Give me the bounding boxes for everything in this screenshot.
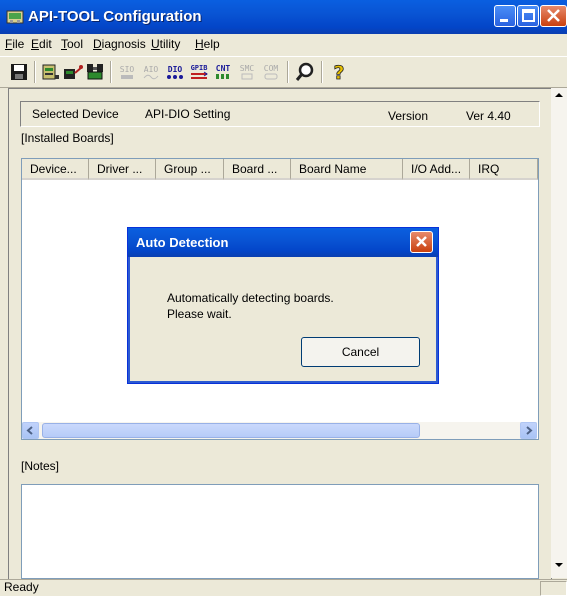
cancel-button[interactable]: Cancel	[301, 337, 420, 367]
magnifier-icon[interactable]	[294, 61, 316, 83]
toolbar: SIO AIO DIO GPIB CNT SMC COM ?	[0, 56, 567, 88]
menu-diagnosis[interactable]: Diagnosis	[93, 37, 146, 51]
menu-tool[interactable]: Tool	[61, 37, 83, 51]
toolbar-separator	[321, 61, 323, 83]
arrow-right-icon	[526, 426, 533, 435]
vertical-scrollbar[interactable]	[551, 88, 567, 578]
horizontal-scroll-thumb[interactable]	[42, 423, 420, 438]
dialog-title: Auto Detection	[136, 235, 229, 250]
minimize-button[interactable]	[494, 5, 516, 27]
dialog-message-line2: Please wait.	[167, 307, 232, 321]
arrow-down-icon[interactable]	[551, 558, 567, 572]
column-header-driver[interactable]: Driver ...	[89, 159, 156, 180]
smc-icon[interactable]: SMC	[236, 61, 258, 83]
menu-help-label: elp	[203, 37, 220, 51]
menu-edit[interactable]: Edit	[31, 37, 52, 51]
menu-utility[interactable]: Utility	[151, 37, 180, 51]
sio-icon[interactable]: SIO	[116, 61, 138, 83]
svg-text:SIO: SIO	[120, 65, 135, 74]
cnt-icon[interactable]: CNT	[212, 61, 234, 83]
svg-text:DIO: DIO	[168, 65, 183, 74]
selected-device-label: Selected Device	[32, 107, 119, 121]
scroll-right-button[interactable]	[520, 422, 537, 439]
svg-text:GPIB: GPIB	[191, 64, 208, 72]
horizontal-scrollbar[interactable]	[22, 422, 537, 439]
menu-diagnosis-label: iagnosis	[101, 37, 146, 51]
scroll-left-button[interactable]	[22, 422, 39, 439]
minimize-icon	[500, 19, 508, 22]
menu-utility-mnemonic: U	[151, 37, 160, 51]
close-icon	[547, 9, 560, 22]
close-button[interactable]	[540, 5, 567, 27]
close-icon	[416, 236, 427, 247]
notes-text-area[interactable]	[21, 484, 539, 579]
status-bar	[0, 579, 567, 596]
toolbar-separator	[287, 61, 289, 83]
installed-boards-label: [Installed Boards]	[21, 131, 114, 145]
menu-bar: File Edit Tool Diagnosis Utility Help	[0, 34, 567, 54]
notes-label: [Notes]	[21, 459, 60, 473]
dialog-message-line1: Automatically detecting boards.	[167, 291, 334, 305]
arrow-left-icon	[26, 426, 33, 435]
save-icon[interactable]	[8, 61, 30, 83]
menu-edit-mnemonic: E	[31, 37, 40, 51]
svg-text:SMC: SMC	[240, 64, 255, 73]
arrow-up-icon[interactable]	[551, 88, 567, 102]
menu-file[interactable]: File	[5, 37, 24, 51]
column-header-group[interactable]: Group ...	[156, 159, 224, 180]
menu-file-label: ile	[12, 37, 25, 51]
column-header-board[interactable]: Board ...	[224, 159, 291, 180]
selected-device-bar: Selected Device API-DIO Setting Version …	[20, 101, 540, 127]
svg-text:?: ?	[333, 62, 344, 83]
status-panel	[540, 581, 567, 596]
api-tool-app-icon	[6, 10, 24, 24]
window-title: API-TOOL Configuration	[28, 8, 202, 25]
menu-utility-label: tility	[159, 37, 181, 51]
help-icon[interactable]: ?	[328, 61, 350, 83]
svg-text:CNT: CNT	[216, 64, 231, 73]
menu-help-mnemonic: H	[195, 37, 204, 51]
board-icon[interactable]	[40, 61, 62, 83]
version-label: Version	[388, 109, 429, 123]
status-text: Ready	[4, 580, 39, 594]
menu-help[interactable]: Help	[195, 37, 220, 51]
column-header-board-name[interactable]: Board Name	[291, 159, 403, 180]
maximize-button[interactable]	[517, 5, 539, 27]
driver-icon[interactable]	[62, 61, 84, 83]
toolbar-separator	[110, 61, 112, 83]
dio-icon[interactable]: DIO	[164, 61, 186, 83]
column-header-irq[interactable]: IRQ	[470, 159, 538, 180]
column-header-io-address[interactable]: I/O Add...	[403, 159, 470, 180]
gpib-icon[interactable]: GPIB	[188, 61, 210, 83]
com-icon[interactable]: COM	[260, 61, 282, 83]
toolbar-separator	[34, 61, 36, 83]
menu-diagnosis-mnemonic: D	[93, 37, 102, 51]
selected-device-value: API-DIO Setting	[145, 107, 231, 121]
column-header-device[interactable]: Device...	[22, 159, 89, 180]
search-board-icon[interactable]	[84, 61, 106, 83]
menu-tool-label: ool	[67, 37, 84, 51]
version-value: Ver 4.40	[466, 109, 511, 123]
dialog-close-button[interactable]	[410, 231, 433, 253]
aio-icon[interactable]: AIO	[140, 61, 162, 83]
menu-edit-label: dit	[39, 37, 52, 51]
maximize-icon	[522, 9, 535, 22]
svg-text:AIO: AIO	[144, 65, 159, 74]
svg-text:COM: COM	[264, 64, 279, 73]
